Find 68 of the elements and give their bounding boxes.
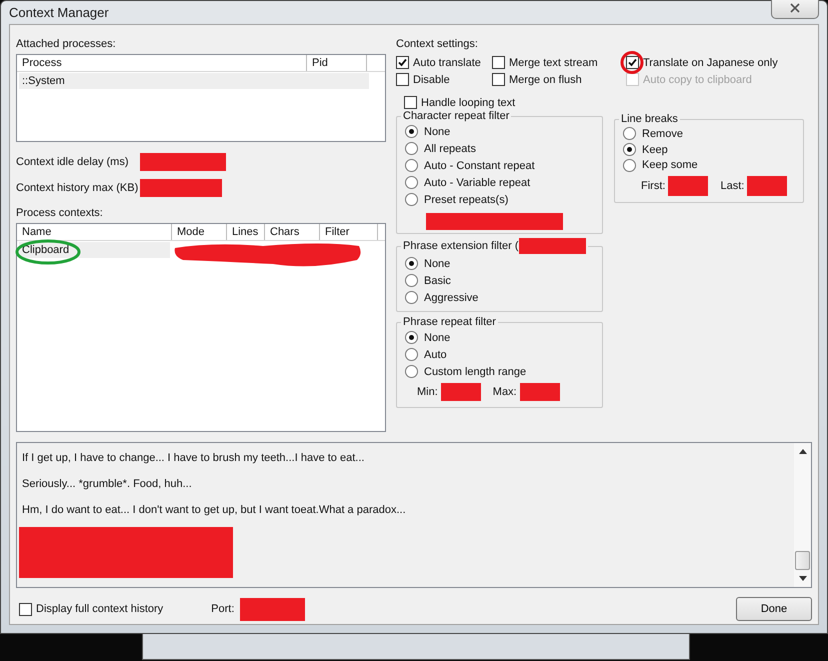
checkbox[interactable]: Auto translate [396, 55, 492, 70]
redaction-block [520, 383, 560, 401]
checkbox[interactable]: Disable [396, 72, 492, 87]
context-list[interactable]: Name Mode Lines Chars Filter Clipboard [16, 223, 386, 432]
redaction-block [747, 176, 788, 196]
radio-button[interactable]: None [405, 124, 594, 139]
section-label: Attached processes: [16, 37, 117, 52]
table-cell: Clipboard [22, 244, 70, 256]
field-label: First: [641, 180, 666, 192]
radio-button[interactable]: Remove [623, 127, 795, 141]
radio-button[interactable]: Custom length range [405, 364, 594, 379]
redaction-block [518, 238, 586, 254]
radio-button[interactable]: Aggressive [405, 290, 594, 305]
list-row[interactable]: Clipboard [19, 242, 170, 258]
history-text-box[interactable]: If I get up, I have to change... I have to brush my teeth...I have to eat... Seriously... *grumble*. Food, huh... Hm, I do want to eat... I don't want to get up, but I want toeat.What a paradox... [16, 442, 812, 588]
process-list[interactable]: Process Pid ::System [16, 54, 386, 142]
field-label: Min: [417, 386, 438, 398]
field-label: Context history max (KB) [16, 182, 140, 194]
column-header[interactable]: Process [17, 55, 307, 71]
radio-button[interactable]: Preset repeats(s) [405, 192, 594, 207]
radio-button[interactable]: Keep [623, 142, 795, 156]
table-cell: ::System [22, 75, 65, 87]
radio-button[interactable]: Basic [405, 273, 594, 288]
field-label: Port: [211, 603, 234, 615]
column-header[interactable]: Name [17, 224, 172, 240]
group-title: Character repeat filter [402, 110, 510, 122]
radio-button[interactable]: None [405, 256, 594, 271]
radio-button[interactable]: Auto - Constant repeat [405, 158, 594, 173]
column-header[interactable]: Pid [307, 55, 367, 71]
annotation-ellipse [15, 239, 81, 265]
checkbox[interactable]: Merge on flush [492, 72, 626, 87]
checkbox[interactable]: Merge text stream [492, 55, 626, 70]
redaction-block [440, 383, 481, 401]
redaction-block [240, 598, 306, 620]
column-header[interactable]: Chars [265, 224, 320, 240]
radio-button[interactable]: All repeats [405, 141, 594, 156]
scroll-down-icon[interactable] [798, 576, 806, 581]
column-header[interactable]: Lines [227, 224, 265, 240]
group-title: Phrase repeat filter [402, 316, 497, 328]
checkbox[interactable]: Handle looping text [404, 95, 804, 110]
field-label: Last: [720, 180, 744, 192]
history-line: If I get up, I have to change... I have to brush my teeth...I have to eat... [22, 451, 366, 466]
radio-button[interactable]: Auto [405, 347, 594, 362]
radio-button[interactable]: Keep some [623, 158, 795, 172]
checkbox[interactable]: Display full context history [19, 602, 164, 616]
redaction-block [668, 176, 708, 196]
scrollbar-thumb[interactable] [795, 551, 810, 570]
group-title: Line breaks [620, 113, 679, 125]
window-title: Context Manager [9, 5, 109, 20]
scroll-up-icon[interactable] [798, 449, 806, 454]
close-button[interactable] [771, 0, 819, 18]
history-line: Hm, I do want to eat... I don't want to get up, but I want toeat.What a paradox... [22, 503, 407, 518]
history-line: Seriously... *grumble*. Food, huh... [22, 477, 193, 492]
section-label: Context settings: [396, 37, 479, 52]
field-label: Context idle delay (ms) [16, 156, 130, 168]
done-button[interactable]: Done [736, 597, 812, 621]
annotation-circle [620, 51, 644, 74]
close-icon [790, 3, 800, 13]
radio-button[interactable]: None [405, 330, 594, 345]
section-label: Process contexts: [16, 206, 104, 221]
list-row[interactable]: ::System [19, 73, 369, 89]
group-title: Phrase extension filter ( [403, 240, 519, 252]
field-label: Max: [492, 386, 517, 398]
scrollbar[interactable] [794, 443, 811, 587]
column-header[interactable]: Mode [172, 224, 227, 240]
column-header[interactable]: Filter [320, 224, 378, 240]
radio-button[interactable]: Auto - Variable repeat [405, 175, 594, 190]
checkbox[interactable]: Translate on Japanese only [626, 55, 804, 70]
